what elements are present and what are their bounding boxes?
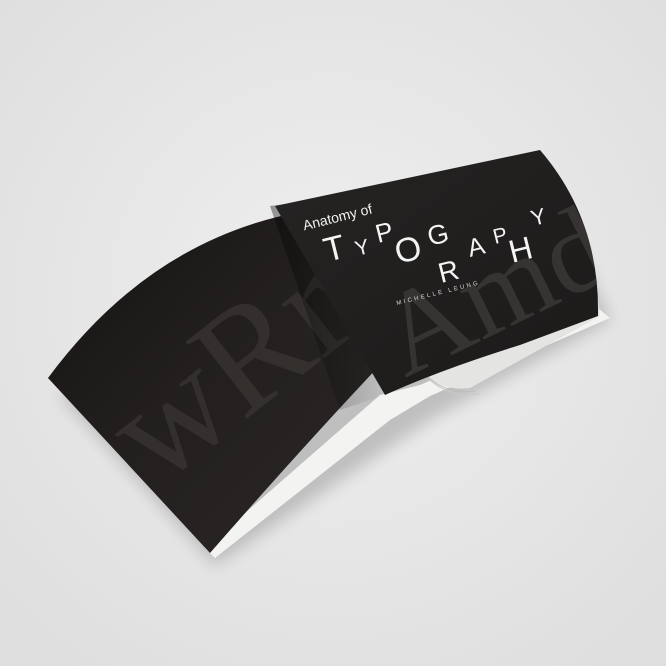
- book-mockup-scene: ZwRr Amdn Anatomy of T Y POGRA PHY MICHELLE…: [0, 0, 666, 666]
